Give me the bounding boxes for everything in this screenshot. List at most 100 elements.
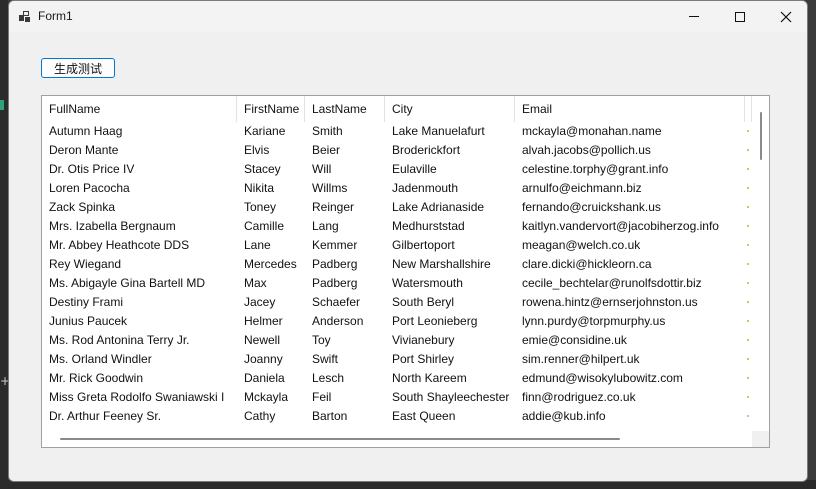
cell-fullname[interactable]: Miss Greta Rodolfo Swaniawski I <box>42 388 237 407</box>
cell-fullname[interactable]: Ms. Orland Windler <box>42 350 237 369</box>
cell-overflow[interactable] <box>745 312 752 331</box>
title-bar[interactable]: Form1 <box>9 1 807 32</box>
table-row[interactable]: Junius Paucek Helmer Anderson Port Leoniebe… <box>42 312 752 331</box>
cell-firstname[interactable]: Helmer <box>237 312 305 331</box>
cell-city[interactable]: South Beryl <box>385 293 515 312</box>
cell-overflow[interactable] <box>745 388 752 407</box>
cell-overflow[interactable] <box>745 179 752 198</box>
cell-email[interactable]: lynn.purdy@torpmurphy.us <box>515 312 745 331</box>
cell-overflow[interactable] <box>745 122 752 141</box>
table-row[interactable]: Ms. Abigayle Gina Bartell MD Max Padberg Wa… <box>42 274 752 293</box>
cell-city[interactable]: East Queen <box>385 407 515 426</box>
cell-email[interactable]: sim.renner@hilpert.uk <box>515 350 745 369</box>
cell-lastname[interactable]: Reinger <box>305 198 385 217</box>
cell-email[interactable]: finn@rodriguez.co.uk <box>515 388 745 407</box>
maximize-button[interactable] <box>717 1 763 32</box>
table-row[interactable]: Deron Mante Elvis Beier Broderickfort alvah.… <box>42 141 752 160</box>
table-row[interactable]: Dr. Arthur Feeney Sr. Cathy Barton East Que… <box>42 407 752 426</box>
cell-fullname[interactable]: Zack Spinka <box>42 198 237 217</box>
minimize-button[interactable] <box>671 1 717 32</box>
cell-email[interactable]: kaitlyn.vandervort@jacobiherzog.info <box>515 217 745 236</box>
column-header-email[interactable]: Email <box>515 96 745 122</box>
cell-city[interactable]: Jadenmouth <box>385 179 515 198</box>
column-header-firstname[interactable]: FirstName <box>237 96 305 122</box>
cell-email[interactable]: mckayla@monahan.name <box>515 122 745 141</box>
cell-city[interactable]: Medhurststad <box>385 217 515 236</box>
cell-overflow[interactable] <box>745 160 752 179</box>
cell-city[interactable]: South Shayleechester <box>385 388 515 407</box>
cell-lastname[interactable]: Willms <box>305 179 385 198</box>
vertical-scroll-thumb[interactable] <box>760 112 762 160</box>
cell-fullname[interactable]: Junius Paucek <box>42 312 237 331</box>
cell-firstname[interactable]: Nikita <box>237 179 305 198</box>
cell-firstname[interactable]: Elvis <box>237 141 305 160</box>
cell-city[interactable]: Port Shirley <box>385 350 515 369</box>
cell-fullname[interactable]: Mr. Abbey Heathcote DDS <box>42 236 237 255</box>
cell-lastname[interactable]: Schaefer <box>305 293 385 312</box>
cell-firstname[interactable]: Mckayla <box>237 388 305 407</box>
cell-overflow[interactable] <box>745 198 752 217</box>
cell-firstname[interactable]: Toney <box>237 198 305 217</box>
cell-email[interactable]: arnulfo@eichmann.biz <box>515 179 745 198</box>
table-row[interactable]: Loren Pacocha Nikita Willms Jadenmouth arnul… <box>42 179 752 198</box>
cell-city[interactable]: Gilbertoport <box>385 236 515 255</box>
cell-email[interactable]: rowena.hintz@ernserjohnston.us <box>515 293 745 312</box>
cell-overflow[interactable] <box>745 293 752 312</box>
cell-city[interactable]: Lake Manuelafurt <box>385 122 515 141</box>
cell-lastname[interactable]: Feil <box>305 388 385 407</box>
cell-lastname[interactable]: Kemmer <box>305 236 385 255</box>
cell-overflow[interactable] <box>745 407 752 426</box>
data-grid[interactable]: FullName FirstName LastName City Email A… <box>41 95 770 448</box>
cell-email[interactable]: celestine.torphy@grant.info <box>515 160 745 179</box>
cell-email[interactable]: emie@considine.uk <box>515 331 745 350</box>
cell-lastname[interactable]: Barton <box>305 407 385 426</box>
cell-firstname[interactable]: Kariane <box>237 122 305 141</box>
cell-lastname[interactable]: Will <box>305 160 385 179</box>
cell-fullname[interactable]: Destiny Frami <box>42 293 237 312</box>
horizontal-scrollbar[interactable] <box>42 431 752 447</box>
cell-fullname[interactable]: Ms. Rod Antonina Terry Jr. <box>42 331 237 350</box>
cell-lastname[interactable]: Lang <box>305 217 385 236</box>
cell-email[interactable]: cecile_bechtelar@runolfsdottir.biz <box>515 274 745 293</box>
cell-lastname[interactable]: Anderson <box>305 312 385 331</box>
cell-city[interactable]: Vivianebury <box>385 331 515 350</box>
cell-email[interactable]: addie@kub.info <box>515 407 745 426</box>
cell-fullname[interactable]: Ms. Abigayle Gina Bartell MD <box>42 274 237 293</box>
cell-lastname[interactable]: Swift <box>305 350 385 369</box>
cell-lastname[interactable]: Beier <box>305 141 385 160</box>
cell-overflow[interactable] <box>745 369 752 388</box>
table-row[interactable]: Mrs. Izabella Bergnaum Camille Lang Medhurs… <box>42 217 752 236</box>
cell-city[interactable]: Lake Adrianaside <box>385 198 515 217</box>
horizontal-scroll-thumb[interactable] <box>60 438 620 440</box>
table-row[interactable]: Mr. Rick Goodwin Daniela Lesch North Kareem… <box>42 369 752 388</box>
table-row[interactable]: Zack Spinka Toney Reinger Lake Adrianaside f… <box>42 198 752 217</box>
cell-email[interactable]: alvah.jacobs@pollich.us <box>515 141 745 160</box>
cell-overflow[interactable] <box>745 350 752 369</box>
column-header-fullname[interactable]: FullName <box>42 96 237 122</box>
cell-email[interactable]: edmund@wisokylubowitz.com <box>515 369 745 388</box>
cell-firstname[interactable]: Camille <box>237 217 305 236</box>
table-row[interactable]: Mr. Abbey Heathcote DDS Lane Kemmer Gilbert… <box>42 236 752 255</box>
table-row[interactable]: Miss Greta Rodolfo Swaniawski I Mckayla Fe… <box>42 388 752 407</box>
cell-lastname[interactable]: Toy <box>305 331 385 350</box>
cell-fullname[interactable]: Mr. Rick Goodwin <box>42 369 237 388</box>
table-row[interactable]: Rey Wiegand Mercedes Padberg New Marshallsh… <box>42 255 752 274</box>
cell-lastname[interactable]: Smith <box>305 122 385 141</box>
cell-overflow[interactable] <box>745 331 752 350</box>
cell-overflow[interactable] <box>745 255 752 274</box>
cell-overflow[interactable] <box>745 274 752 293</box>
table-row[interactable]: Dr. Otis Price IV Stacey Will Eulaville cele… <box>42 160 752 179</box>
cell-fullname[interactable]: Autumn Haag <box>42 122 237 141</box>
cell-lastname[interactable]: Padberg <box>305 274 385 293</box>
cell-firstname[interactable]: Newell <box>237 331 305 350</box>
cell-firstname[interactable]: Mercedes <box>237 255 305 274</box>
cell-firstname[interactable]: Cathy <box>237 407 305 426</box>
cell-fullname[interactable]: Deron Mante <box>42 141 237 160</box>
cell-city[interactable]: Port Leonieberg <box>385 312 515 331</box>
column-header-city[interactable]: City <box>385 96 515 122</box>
cell-city[interactable]: North Kareem <box>385 369 515 388</box>
generate-test-button[interactable]: 生成测试 <box>41 58 115 78</box>
table-row[interactable]: Destiny Frami Jacey Schaefer South Beryl row… <box>42 293 752 312</box>
cell-fullname[interactable]: Loren Pacocha <box>42 179 237 198</box>
cell-firstname[interactable]: Jacey <box>237 293 305 312</box>
